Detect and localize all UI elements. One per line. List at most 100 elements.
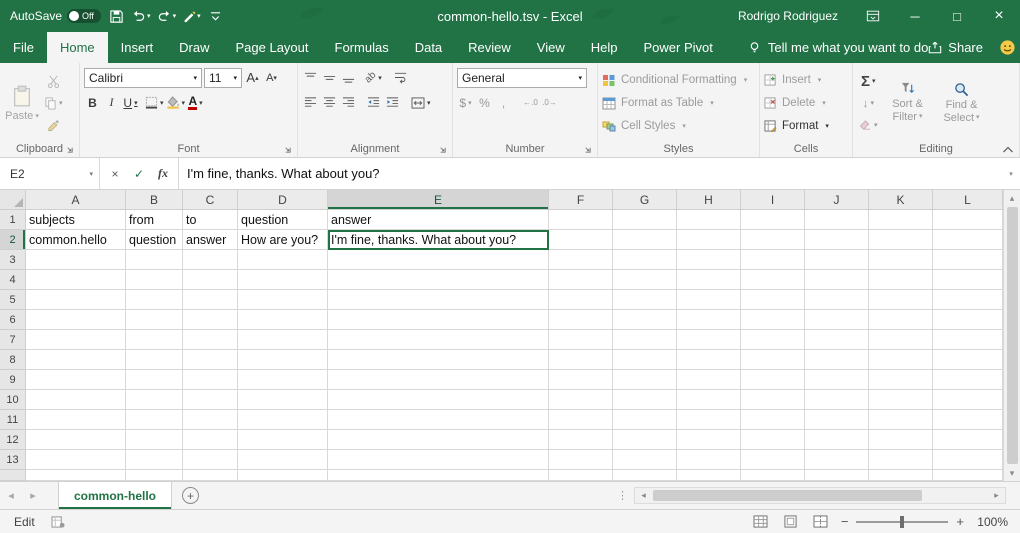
clipboard-dialog-launcher-icon[interactable] [65,145,74,154]
cell-L7[interactable] [933,330,1003,350]
cell-C8[interactable] [183,350,238,370]
cell-F4[interactable] [549,270,613,290]
underline-button[interactable]: U [122,93,139,113]
align-left-button[interactable] [302,93,319,113]
cell-G1[interactable] [613,210,677,230]
cell-K13[interactable] [869,450,933,470]
zoom-level[interactable]: 100% [972,515,1008,529]
cell-C6[interactable] [183,310,238,330]
cell-D13[interactable] [238,450,328,470]
cell-D7[interactable] [238,330,328,350]
row-header-5[interactable]: 5 [0,290,26,310]
cell-J5[interactable] [805,290,869,310]
sort-filter-button[interactable]: Sort & Filter [884,66,932,140]
vertical-scrollbar-thumb[interactable] [1007,207,1018,464]
pen-mode-button[interactable] [182,4,201,28]
cell-D9[interactable] [238,370,328,390]
format-as-table-button[interactable]: Format as Table [602,93,755,114]
cell-B5[interactable] [126,290,183,310]
cell-I10[interactable] [741,390,805,410]
user-name[interactable]: Rodrigo Rodriguez [724,9,852,23]
cell-H9[interactable] [677,370,741,390]
cell-L6[interactable] [933,310,1003,330]
next-sheet-button[interactable]: ▸ [22,482,44,509]
cell-B12[interactable] [126,430,183,450]
cell-G13[interactable] [613,450,677,470]
cell-C4[interactable] [183,270,238,290]
row-header-9[interactable]: 9 [0,370,26,390]
top-align-button[interactable] [302,68,319,88]
cell-K9[interactable] [869,370,933,390]
conditional-formatting-button[interactable]: Conditional Formatting [602,70,755,91]
cell-A6[interactable] [26,310,126,330]
expand-formula-bar-icon[interactable] [1000,158,1020,189]
cell-D14[interactable] [238,470,328,481]
column-header-G[interactable]: G [613,190,677,209]
tab-insert[interactable]: Insert [108,32,167,63]
cell-I1[interactable] [741,210,805,230]
cell-G4[interactable] [613,270,677,290]
zoom-slider-thumb[interactable] [900,516,904,528]
column-header-K[interactable]: K [869,190,933,209]
autosum-button[interactable]: Σ [859,71,878,91]
cell-L11[interactable] [933,410,1003,430]
cell-G6[interactable] [613,310,677,330]
insert-cells-button[interactable]: Insert [764,70,848,91]
normal-view-button[interactable] [751,513,771,531]
cell-G9[interactable] [613,370,677,390]
minimize-button[interactable]: ─ [894,0,936,32]
cell-K7[interactable] [869,330,933,350]
cell-D1[interactable]: question [238,210,328,230]
cell-C7[interactable] [183,330,238,350]
scroll-left-icon[interactable]: ◂ [635,488,652,503]
tab-help[interactable]: Help [578,32,631,63]
row-header-6[interactable]: 6 [0,310,26,330]
close-button[interactable]: × [978,0,1020,32]
cell-E10[interactable] [328,390,549,410]
increase-font-size-button[interactable]: A▴ [244,68,261,88]
tab-power-pivot[interactable]: Power Pivot [631,32,726,63]
cell-H14[interactable] [677,470,741,481]
cell-F10[interactable] [549,390,613,410]
cell-F14[interactable] [549,470,613,481]
bold-button[interactable]: B [84,93,101,113]
cell-F11[interactable] [549,410,613,430]
cell-A5[interactable] [26,290,126,310]
row-header-11[interactable]: 11 [0,410,26,430]
cell-J7[interactable] [805,330,869,350]
cell-E11[interactable] [328,410,549,430]
cell-D11[interactable] [238,410,328,430]
save-button[interactable] [107,4,125,28]
cell-I14[interactable] [741,470,805,481]
font-dialog-launcher-icon[interactable] [283,145,292,154]
prev-sheet-button[interactable]: ◂ [0,482,22,509]
cell-A7[interactable] [26,330,126,350]
collapse-ribbon-icon[interactable] [1002,146,1014,153]
cell-F8[interactable] [549,350,613,370]
cell-F9[interactable] [549,370,613,390]
cell-E14[interactable] [328,470,549,481]
cell-A10[interactable] [26,390,126,410]
cell-K10[interactable] [869,390,933,410]
name-box[interactable]: E2 [0,158,100,189]
cell-B11[interactable] [126,410,183,430]
sheet-tab-common-hello[interactable]: common-hello [58,482,172,509]
feedback-smiley-icon[interactable] [999,39,1016,56]
vertical-scrollbar[interactable]: ▴ ▾ [1003,190,1020,481]
cell-styles-button[interactable]: Cell Styles [602,116,755,137]
fill-button[interactable]: ↓ [859,93,878,113]
cell-H6[interactable] [677,310,741,330]
column-header-L[interactable]: L [933,190,1003,209]
enter-button[interactable]: ✓ [128,163,150,185]
cell-A3[interactable] [26,250,126,270]
cell-H11[interactable] [677,410,741,430]
cell-K6[interactable] [869,310,933,330]
row-header-7[interactable]: 7 [0,330,26,350]
column-header-J[interactable]: J [805,190,869,209]
cell-I13[interactable] [741,450,805,470]
cell-E3[interactable] [328,250,549,270]
scroll-up-icon[interactable]: ▴ [1004,190,1020,206]
font-family-select[interactable]: Calibri [84,68,202,88]
cell-L4[interactable] [933,270,1003,290]
cell-F7[interactable] [549,330,613,350]
